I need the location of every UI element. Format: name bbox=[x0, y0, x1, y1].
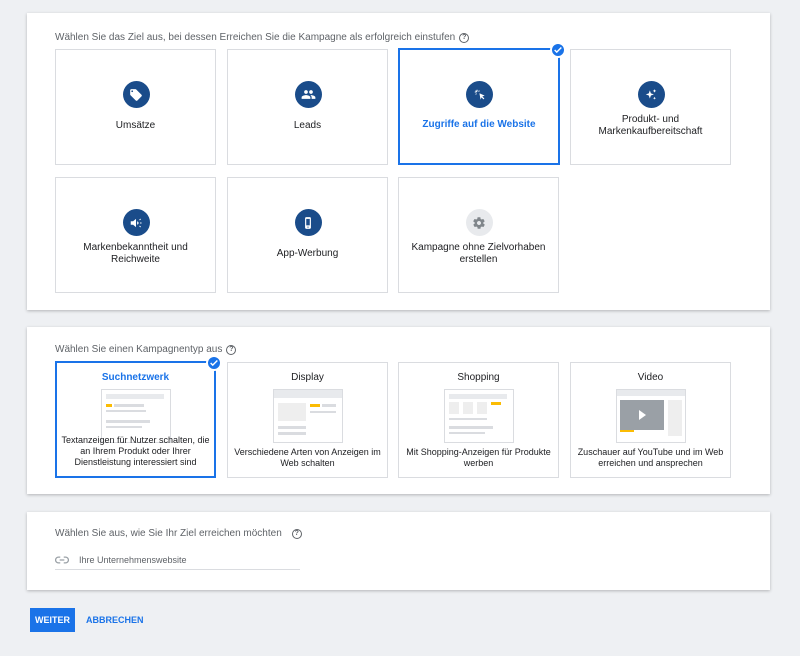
type-card-title: Display bbox=[291, 372, 324, 383]
shopping-preview-illustration bbox=[443, 389, 514, 443]
reach-section-title-text: Wählen Sie aus, wie Sie Ihr Ziel erreich… bbox=[55, 528, 282, 539]
goal-section-title-text: Wählen Sie das Ziel aus, bei dessen Erre… bbox=[55, 32, 456, 43]
type-card-title: Video bbox=[637, 372, 664, 383]
website-input[interactable]: Ihre Unternehmenswebsite bbox=[55, 550, 300, 570]
checkmark-icon bbox=[550, 42, 566, 58]
type-card-search[interactable]: Suchnetzwerk Textanzeigen für Nutzer sch… bbox=[55, 355, 222, 478]
goal-card-label: Umsätze bbox=[115, 120, 156, 131]
people-icon bbox=[294, 81, 322, 108]
goal-card-label: Kampagne ohne Zielvorhaben erstellen bbox=[411, 242, 546, 265]
type-card-shopping[interactable]: Shopping Mit Shopping-Anzeigen für Produ… bbox=[398, 362, 559, 478]
goal-card-app-promotion[interactable]: App-Werbung bbox=[227, 177, 388, 293]
goal-section-title: Wählen Sie das Ziel aus, bei dessen Erre… bbox=[55, 32, 470, 43]
phone-icon bbox=[294, 209, 322, 236]
cursor-click-icon bbox=[466, 81, 493, 108]
goal-card-label: Leads bbox=[293, 120, 322, 131]
megaphone-icon bbox=[122, 209, 150, 236]
gear-icon bbox=[465, 209, 493, 236]
cancel-button[interactable]: ABBRECHEN bbox=[86, 608, 144, 632]
checkmark-icon bbox=[206, 355, 222, 371]
type-card-title: Shopping bbox=[457, 372, 500, 383]
goal-card-brand-awareness[interactable]: Markenbekanntheit und Reichweite bbox=[55, 177, 216, 293]
type-card-description: Mit Shopping-Anzeigen für Produkte werbe… bbox=[406, 447, 551, 468]
reach-section-title: Wählen Sie aus, wie Sie Ihr Ziel erreich… bbox=[55, 528, 302, 539]
campaign-type-panel: Wählen Sie einen Kampagnentyp aus ? Such… bbox=[27, 327, 770, 494]
type-card-title: Suchnetzwerk bbox=[101, 372, 170, 383]
goal-card-website-traffic[interactable]: Zugriffe auf die Website bbox=[398, 42, 566, 165]
link-icon bbox=[55, 555, 69, 564]
goal-card-leads[interactable]: Leads bbox=[227, 49, 388, 165]
type-section-title-text: Wählen Sie einen Kampagnentyp aus bbox=[55, 344, 223, 355]
type-section-title: Wählen Sie einen Kampagnentyp aus ? bbox=[55, 344, 237, 355]
video-preview-illustration bbox=[615, 389, 686, 443]
tag-icon bbox=[122, 81, 150, 108]
goal-card-umsaetze[interactable]: Umsätze bbox=[55, 49, 216, 165]
type-card-description: Textanzeigen für Nutzer schalten, die an… bbox=[61, 435, 210, 467]
continue-button[interactable]: WEITER bbox=[30, 608, 75, 632]
goal-card-label: Produkt- und Markenkaufbereitschaft bbox=[598, 114, 703, 137]
goal-card-label: App-Werbung bbox=[276, 248, 339, 259]
goal-card-label: Zugriffe auf die Website bbox=[422, 119, 536, 130]
goal-card-label: Markenbekanntheit und Reichweite bbox=[83, 242, 188, 265]
reach-goal-panel: Wählen Sie aus, wie Sie Ihr Ziel erreich… bbox=[27, 512, 770, 590]
display-preview-illustration bbox=[272, 389, 343, 443]
help-icon[interactable]: ? bbox=[459, 32, 470, 43]
sparkle-icon bbox=[637, 81, 665, 108]
type-card-description: Zuschauer auf YouTube und im Web erreich… bbox=[577, 447, 724, 468]
goal-panel: Wählen Sie das Ziel aus, bei dessen Erre… bbox=[27, 13, 770, 310]
type-card-video[interactable]: Video Zuschauer auf YouTube und im Web e… bbox=[570, 362, 731, 478]
help-icon[interactable]: ? bbox=[291, 528, 302, 539]
type-card-display[interactable]: Display Verschiedene Arten von Anzeigen … bbox=[227, 362, 388, 478]
help-icon[interactable]: ? bbox=[226, 344, 237, 355]
goal-card-no-goal[interactable]: Kampagne ohne Zielvorhaben erstellen bbox=[398, 177, 559, 293]
website-input-placeholder: Ihre Unternehmenswebsite bbox=[79, 554, 187, 565]
type-card-description: Verschiedene Arten von Anzeigen im Web s… bbox=[234, 447, 381, 468]
goal-card-consideration[interactable]: Produkt- und Markenkaufbereitschaft bbox=[570, 49, 731, 165]
